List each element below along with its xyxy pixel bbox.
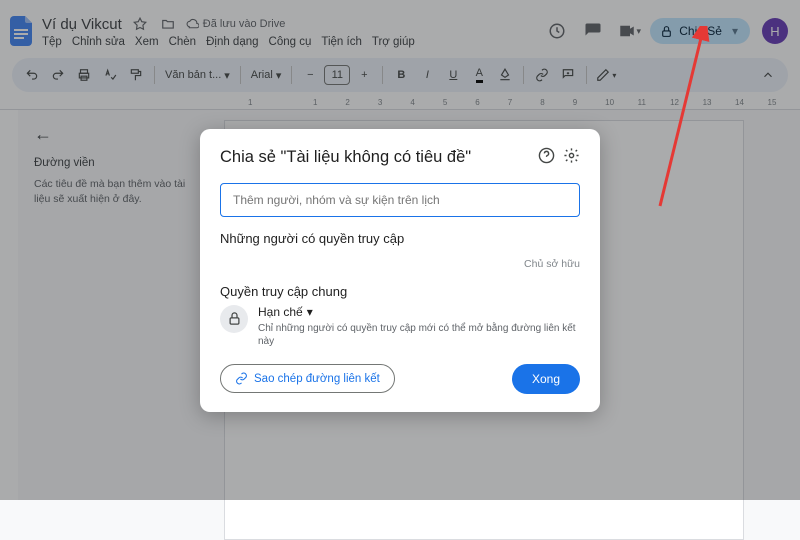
gear-icon[interactable] bbox=[563, 147, 580, 169]
help-icon[interactable] bbox=[538, 147, 555, 169]
owner-label: Chủ sở hữu bbox=[220, 252, 580, 284]
chevron-down-icon: ▾ bbox=[307, 305, 313, 319]
modal-scrim[interactable]: Chia sẻ "Tài liệu không có tiêu đề" Nhữn… bbox=[0, 0, 800, 500]
add-people-input[interactable] bbox=[220, 183, 580, 217]
dialog-title: Chia sẻ "Tài liệu không có tiêu đề" bbox=[220, 148, 538, 167]
share-dialog: Chia sẻ "Tài liệu không có tiêu đề" Nhữn… bbox=[200, 129, 600, 412]
access-section-title: Những người có quyền truy cập bbox=[220, 231, 580, 246]
general-access-title: Quyền truy cập chung bbox=[220, 284, 580, 299]
restricted-desc: Chỉ những người có quyền truy cập mới có… bbox=[258, 322, 580, 348]
restricted-dropdown[interactable]: Hạn chế▾ bbox=[258, 305, 580, 319]
link-icon bbox=[235, 372, 248, 385]
lock-icon bbox=[220, 305, 248, 333]
done-button[interactable]: Xong bbox=[512, 364, 580, 394]
copy-link-button[interactable]: Sao chép đường liên kết bbox=[220, 364, 395, 393]
